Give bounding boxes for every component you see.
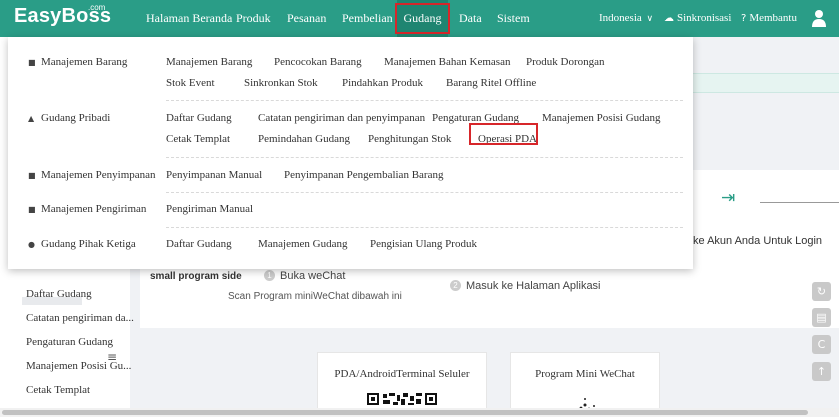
step-2: 2 Masuk ke Halaman Aplikasi [450, 280, 601, 292]
category-gudang-pribadi: ▲ Gudang Pribadi [28, 112, 110, 124]
document-icon[interactable]: ▤ [812, 308, 831, 327]
sidebar-item-catatan[interactable]: Catatan pengiriman da... [26, 312, 134, 324]
menu-item-penyimpanan-manual[interactable]: Penyimpanan Manual [166, 169, 262, 181]
notice-bar [693, 73, 839, 93]
menu-item-produk-dorongan[interactable]: Produk Dorongan [526, 56, 605, 68]
third-party-icon: ● [28, 240, 35, 249]
menu-item-stok-event[interactable]: Stok Event [166, 77, 215, 89]
step-number-icon: 2 [450, 280, 461, 291]
menu-item-bahan-kemasan[interactable]: Manajemen Bahan Kemasan [384, 56, 510, 68]
sidebar-item-cetak[interactable]: Cetak Templat [26, 384, 90, 396]
help-icon: ? [741, 13, 747, 24]
menu-item-manajemen-gudang[interactable]: Manajemen Gudang [258, 238, 348, 250]
pda-card-title: PDA/AndroidTerminal Seluler [334, 368, 470, 380]
category-label: Manajemen Barang [41, 56, 128, 68]
category-manajemen-penyimpanan: ■ Manajemen Penyimpanan [28, 169, 156, 181]
category-label: Gudang Pribadi [41, 112, 111, 124]
top-nav-bar: EasyBoss .com Halaman Beranda Produk Pes… [0, 0, 839, 37]
menu-item-catatan-pengiriman[interactable]: Catatan pengiriman dan penyimpanan [258, 112, 425, 124]
menu-item-posisi-gudang[interactable]: Manajemen Posisi Gudang [542, 112, 661, 124]
category-manajemen-barang: ■ Manajemen Barang [28, 56, 127, 68]
menu-item-manajemen-barang[interactable]: Manajemen Barang [166, 56, 252, 68]
menu-divider [166, 227, 683, 228]
nav-home[interactable]: Halaman Beranda [146, 0, 232, 37]
small-program-title: small program side [150, 271, 242, 282]
sidebar-item-pengaturan[interactable]: Pengaturan Gudang [26, 336, 113, 348]
gudang-dropdown-menu: ■ Manajemen Barang Manajemen Barang Penco… [8, 37, 693, 269]
login-arrow-icon: ⇥ [721, 188, 736, 208]
sidebar-item-daftar-gudang[interactable]: Daftar Gudang [26, 288, 92, 300]
menu-item-pengiriman-manual[interactable]: Pengiriman Manual [166, 203, 253, 215]
step-1-subtext: Scan Program miniWeChat dibawah ini [228, 291, 402, 302]
shipping-icon: ■ [28, 205, 36, 214]
scrollbar-thumb[interactable] [2, 410, 808, 415]
menu-item-pemindahan-gudang[interactable]: Pemindahan Gudang [258, 133, 350, 145]
nav-produk[interactable]: Produk [236, 0, 271, 37]
category-label: Gudang Pihak Ketiga [41, 238, 136, 250]
menu-divider [166, 157, 683, 158]
nav-data[interactable]: Data [459, 0, 482, 37]
menu-collapse-icon[interactable]: ≡ [107, 350, 117, 364]
sync-label: Sinkronisasi [677, 12, 732, 24]
menu-item-operasi-pda[interactable]: Operasi PDA [478, 133, 537, 145]
menu-item-cetak-templat[interactable]: Cetak Templat [166, 133, 230, 145]
category-label: Manajemen Pengiriman [41, 203, 147, 215]
user-avatar-icon[interactable] [812, 9, 826, 27]
menu-item-pengaturan-gudang[interactable]: Pengaturan Gudang [432, 112, 519, 124]
box-icon: ■ [28, 58, 36, 67]
category-manajemen-pengiriman: ■ Manajemen Pengiriman [28, 203, 146, 215]
language-selector[interactable]: Indonesia ∨ [599, 0, 653, 37]
menu-item-pencocokan-barang[interactable]: Pencocokan Barang [274, 56, 362, 68]
cloud-icon: ☁ [664, 13, 674, 24]
customer-service-icon[interactable]: C [812, 335, 831, 354]
menu-item-daftar-gudang[interactable]: Daftar Gudang [166, 112, 232, 124]
menu-item-barang-ritel-offline[interactable]: Barang Ritel Offline [446, 77, 536, 89]
storage-icon: ■ [28, 171, 36, 180]
menu-divider [166, 100, 683, 101]
nav-pembelian[interactable]: Pembelian [342, 0, 393, 37]
nav-sistem[interactable]: Sistem [497, 0, 530, 37]
sync-button[interactable]: ☁ Sinkronisasi [664, 0, 731, 37]
wechat-card-title: Program Mini WeChat [535, 368, 635, 380]
back-to-top-icon[interactable]: ↑ [812, 362, 831, 381]
login-instruction: ke Akun Anda Untuk Login [693, 235, 823, 247]
step-2-label: Masuk ke Halaman Aplikasi [466, 280, 601, 292]
menu-divider [166, 192, 683, 193]
nav-pesanan[interactable]: Pesanan [287, 0, 326, 37]
category-gudang-pihak-ketiga: ● Gudang Pihak Ketiga [28, 238, 136, 250]
category-label: Manajemen Penyimpanan [41, 169, 156, 181]
language-label: Indonesia [599, 12, 642, 24]
step-1: 1 Buka weChat [264, 270, 345, 282]
logo-suffix: .com [88, 3, 106, 12]
help-button[interactable]: ? Membantu [741, 0, 797, 37]
step-number-icon: 1 [264, 270, 275, 281]
nav-gudang[interactable]: Gudang [397, 0, 448, 37]
menu-item-penyimpanan-pengembalian[interactable]: Penyimpanan Pengembalian Barang [284, 169, 443, 181]
refresh-icon[interactable]: ↻ [812, 282, 831, 301]
menu-item-daftar-gudang-pihak-ketiga[interactable]: Daftar Gudang [166, 238, 232, 250]
divider-line [760, 202, 839, 203]
chevron-down-icon: ∨ [646, 14, 654, 24]
step-1-label: Buka weChat [280, 270, 346, 282]
menu-item-pindahkan-produk[interactable]: Pindahkan Produk [342, 77, 423, 89]
menu-item-sinkronkan-stok[interactable]: Sinkronkan Stok [244, 77, 318, 89]
help-label: Membantu [749, 12, 797, 24]
home-icon: ▲ [28, 114, 35, 123]
menu-item-pengisian-ulang-produk[interactable]: Pengisian Ulang Produk [370, 238, 477, 250]
menu-item-penghitungan-stok[interactable]: Penghitungan Stok [368, 133, 451, 145]
